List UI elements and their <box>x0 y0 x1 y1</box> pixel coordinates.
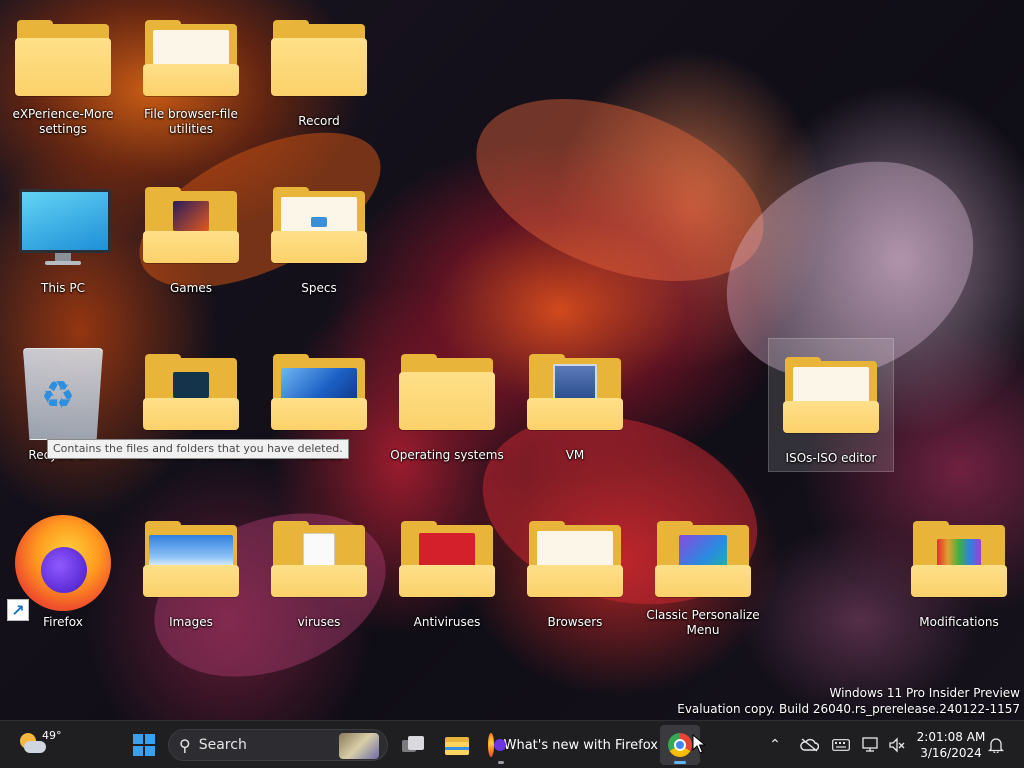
onedrive-button[interactable] <box>796 733 822 757</box>
folder-icon <box>143 354 239 434</box>
search-highlight-image <box>339 733 379 759</box>
task-view-icon-front <box>408 736 424 750</box>
clock-time: 2:01:08 AM <box>916 730 986 744</box>
desktop-icon-specs[interactable]: Specs <box>264 169 374 304</box>
cloud-shape <box>24 741 46 753</box>
search-box[interactable]: ⚲ Search <box>168 729 388 761</box>
desktop-icon-label: Operating systems <box>390 448 504 462</box>
firefox-window-title: What's new with Firefox <box>503 737 658 753</box>
folder-icon <box>15 20 111 96</box>
desktop-icon-images[interactable]: Images <box>136 503 246 638</box>
desktop-icon-label: Games <box>170 281 212 295</box>
desktop-icon-label: Specs <box>301 281 337 295</box>
windows-logo-icon <box>133 734 155 756</box>
show-hidden-icons-button[interactable]: ⌃ <box>766 733 784 757</box>
desktop-icon-experience-more-settings[interactable]: eXPerience-More settings <box>8 2 118 137</box>
desktop-icon-vm[interactable]: VM <box>520 336 630 471</box>
desktop-icon-label: Browsers <box>547 615 603 629</box>
task-view-button[interactable] <box>396 729 430 761</box>
running-indicator <box>498 761 504 764</box>
recycle-bin-tooltip: Contains the files and folders that you … <box>47 439 349 459</box>
folder-icon <box>271 521 367 601</box>
desktop-icon-isos-iso-editor[interactable]: ISOs-ISO editor <box>768 338 894 472</box>
folder-icon <box>911 521 1007 601</box>
network-button[interactable] <box>860 733 882 757</box>
recycle-bin-icon: ♻ <box>15 348 111 440</box>
chevron-up-icon: ⌃ <box>769 737 781 753</box>
firefox-icon: ↗ <box>7 515 111 621</box>
desktop-icon-this-pc[interactable]: This PC <box>8 169 118 304</box>
desktop-icon-label: eXPerience-More settings <box>12 107 114 136</box>
desktop-icon-label: ISOs-ISO editor <box>785 451 877 465</box>
folder-icon <box>271 354 367 434</box>
start-button[interactable] <box>128 729 160 761</box>
desktop[interactable]: eXPerience-More settings File browser-fi… <box>0 0 1024 720</box>
desktop-icon-antiviruses[interactable]: Antiviruses <box>392 503 502 638</box>
keyboard-icon <box>832 739 850 751</box>
desktop-icon-record[interactable]: Record <box>264 2 374 137</box>
folder-icon <box>527 521 623 601</box>
clock-date: 3/16/2024 <box>920 746 982 760</box>
bell-icon <box>988 738 1004 753</box>
input-indicator-button[interactable] <box>828 733 854 757</box>
notifications-button[interactable] <box>984 733 1008 757</box>
shortcut-arrow-icon: ↗ <box>7 599 29 621</box>
desktop-icon-label: This PC <box>41 281 85 295</box>
desktop-icon-games[interactable]: Games <box>136 169 246 304</box>
folder-icon <box>143 521 239 601</box>
onedrive-icon <box>800 738 819 752</box>
desktop-icon-firefox[interactable]: ↗ Firefox <box>7 503 118 638</box>
folder-icon <box>399 354 495 434</box>
desktop-icon-viruses[interactable]: viruses <box>264 503 374 638</box>
volume-muted-icon <box>889 737 905 753</box>
folder-icon <box>271 20 367 100</box>
chrome-icon <box>668 733 692 757</box>
folder-icon <box>783 357 879 437</box>
desktop-icon-modifications[interactable]: Modifications <box>904 503 1014 638</box>
folder-icon <box>143 187 239 267</box>
desktop-icon-operating-systems[interactable]: Operating systems <box>390 336 504 471</box>
watermark-line-1: Windows 11 Pro Insider Preview <box>829 686 1020 700</box>
watermark-line-2: Evaluation copy. Build 26040.rs_prerelea… <box>677 702 1020 716</box>
desktop-icon-label: Classic Personalize Menu <box>646 608 760 637</box>
active-indicator <box>674 761 686 764</box>
evaluation-watermark: Windows 11 Pro Insider Preview Evaluatio… <box>677 685 1020 717</box>
desktop-icon-classic-personalize-menu[interactable]: Classic Personalize Menu <box>646 503 760 638</box>
search-placeholder: Search <box>198 737 247 753</box>
file-explorer-icon-stripe <box>445 747 469 750</box>
folder-icon <box>271 187 367 267</box>
folder-icon <box>655 521 751 597</box>
folder-icon <box>143 20 239 96</box>
wallpaper-ribbon <box>451 63 789 317</box>
desktop-icon-label: File browser-file utilities <box>144 107 238 136</box>
folder-icon <box>527 354 623 434</box>
monitor-icon <box>15 187 111 267</box>
desktop-icon-label: VM <box>565 448 585 462</box>
desktop-icon-label: viruses <box>297 615 341 629</box>
desktop-icon-label: Record <box>298 114 340 128</box>
clock-button[interactable]: 2:01:08 AM 3/16/2024 <box>910 727 992 763</box>
desktop-icon-label: Modifications <box>919 615 999 629</box>
desktop-icon-browsers[interactable]: Browsers <box>520 503 630 638</box>
network-icon <box>862 737 878 752</box>
volume-button[interactable] <box>886 733 908 757</box>
desktop-icon-file-browser[interactable]: File browser-file utilities <box>136 2 246 137</box>
search-icon: ⚲ <box>179 735 191 755</box>
weather-temperature: 49° <box>42 729 62 742</box>
desktop-icon-label: Antiviruses <box>413 615 481 629</box>
desktop-icon-label: Images <box>169 615 213 629</box>
file-explorer-button[interactable] <box>440 729 474 761</box>
firefox-taskbar-button[interactable]: What's new with Firefox <box>482 725 658 765</box>
weather-widget[interactable]: 49° <box>14 727 62 763</box>
firefox-icon <box>488 733 506 757</box>
folder-icon <box>399 521 495 601</box>
taskbar: 49° ⚲ Search What's new with Firefox ⌃ 2… <box>0 720 1024 768</box>
pointer-icon <box>692 734 706 754</box>
